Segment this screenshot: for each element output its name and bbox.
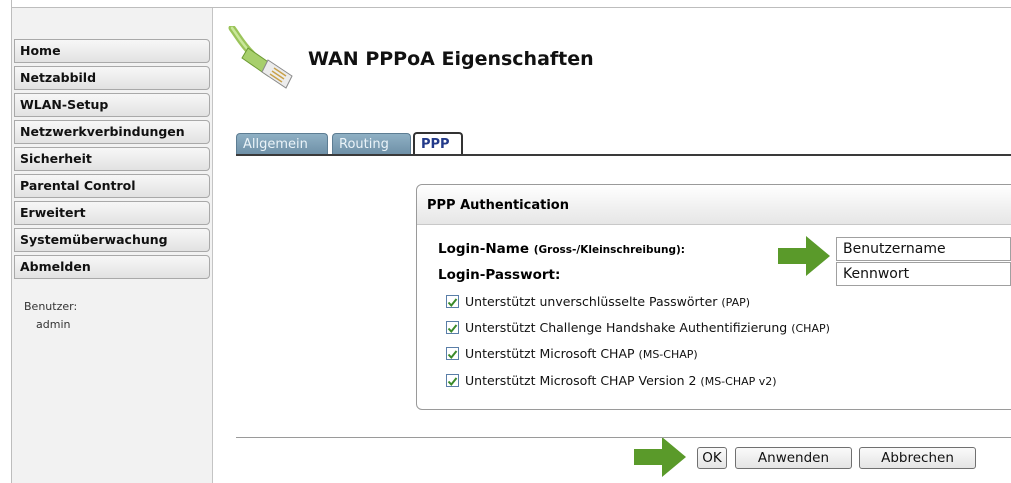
checkbox-ms-chap-v2-acronym: (MS-CHAP v2) xyxy=(700,375,777,388)
checkmark-icon xyxy=(447,350,458,360)
login-name-label: Login-Name (Gross-/Kleinschreibung): xyxy=(438,241,685,257)
sidebar-item-home[interactable]: Home xyxy=(14,39,210,63)
checkbox-pap-text: Unterstützt unverschlüsselte Passwörter xyxy=(465,294,718,309)
sidebar-item-wlan-setup[interactable]: WLAN-Setup xyxy=(14,93,210,117)
checkbox-ms-chap-v2-label: Unterstützt Microsoft CHAP Version 2 (MS… xyxy=(465,373,777,388)
arrow-right-icon xyxy=(778,236,830,276)
sidebar-item-sicherheit[interactable]: Sicherheit xyxy=(14,147,210,171)
checkmark-icon xyxy=(447,377,458,387)
sidebar-item-erweitert[interactable]: Erweitert xyxy=(14,201,210,225)
login-password-input[interactable] xyxy=(836,262,1011,286)
checkbox-chap-acronym: (CHAP) xyxy=(791,322,830,335)
tab-allgemein[interactable]: Allgemein xyxy=(236,133,328,155)
apply-button[interactable]: Anwenden xyxy=(735,447,852,469)
ok-button[interactable]: OK xyxy=(697,447,727,469)
page-title: WAN PPPoA Eigenschaften xyxy=(308,48,594,70)
user-label: Benutzer: xyxy=(24,300,78,313)
checkbox-ms-chap-v2-text: Unterstützt Microsoft CHAP Version 2 xyxy=(465,373,697,388)
sidebar-item-netzwerkverbindungen[interactable]: Netzwerkverbindungen xyxy=(14,120,210,144)
login-name-input[interactable] xyxy=(836,237,1011,261)
checkbox-pap-acronym: (PAP) xyxy=(721,296,751,309)
checkbox-ms-chap-text: Unterstützt Microsoft CHAP xyxy=(465,346,635,361)
checkbox-chap-box[interactable] xyxy=(446,321,459,334)
checkmark-icon xyxy=(447,324,458,334)
login-password-label: Login-Passwort: xyxy=(438,267,561,283)
checkbox-chap-text: Unterstützt Challenge Handshake Authenti… xyxy=(465,320,788,335)
checkmark-icon xyxy=(447,298,458,308)
checkbox-chap-label: Unterstützt Challenge Handshake Authenti… xyxy=(465,320,830,335)
sidebar: Home Netzabbild WLAN-Setup Netzwerkverbi… xyxy=(12,8,213,483)
ethernet-cable-icon xyxy=(228,26,293,89)
arrow-right-icon xyxy=(634,437,686,477)
sidebar-item-netzabbild[interactable]: Netzabbild xyxy=(14,66,210,90)
login-name-label-text: Login-Name xyxy=(438,241,530,257)
panel-title: PPP Authentication xyxy=(427,198,569,213)
cancel-button[interactable]: Abbrechen xyxy=(859,447,976,469)
checkbox-pap-box[interactable] xyxy=(446,295,459,308)
checkbox-ms-chap-v2-box[interactable] xyxy=(446,374,459,387)
checkbox-ms-chap-acronym: (MS-CHAP) xyxy=(638,348,698,361)
checkbox-pap-label: Unterstützt unverschlüsselte Passwörter … xyxy=(465,294,750,309)
button-divider xyxy=(236,437,1011,438)
sidebar-item-parental-control[interactable]: Parental Control xyxy=(14,174,210,198)
tab-routing[interactable]: Routing xyxy=(332,133,411,155)
checkbox-ms-chap-box[interactable] xyxy=(446,347,459,360)
checkbox-ms-chap-label: Unterstützt Microsoft CHAP (MS-CHAP) xyxy=(465,346,698,361)
sidebar-item-systemueberwachung[interactable]: Systemüberwachung xyxy=(14,228,210,252)
sidebar-item-abmelden[interactable]: Abmelden xyxy=(14,255,210,279)
panel-header: PPP Authentication xyxy=(417,185,1011,225)
tab-divider xyxy=(236,154,1011,156)
login-name-hint: (Gross-/Kleinschreibung): xyxy=(533,244,685,256)
tab-ppp[interactable]: PPP xyxy=(413,132,463,156)
user-name: admin xyxy=(36,318,71,331)
